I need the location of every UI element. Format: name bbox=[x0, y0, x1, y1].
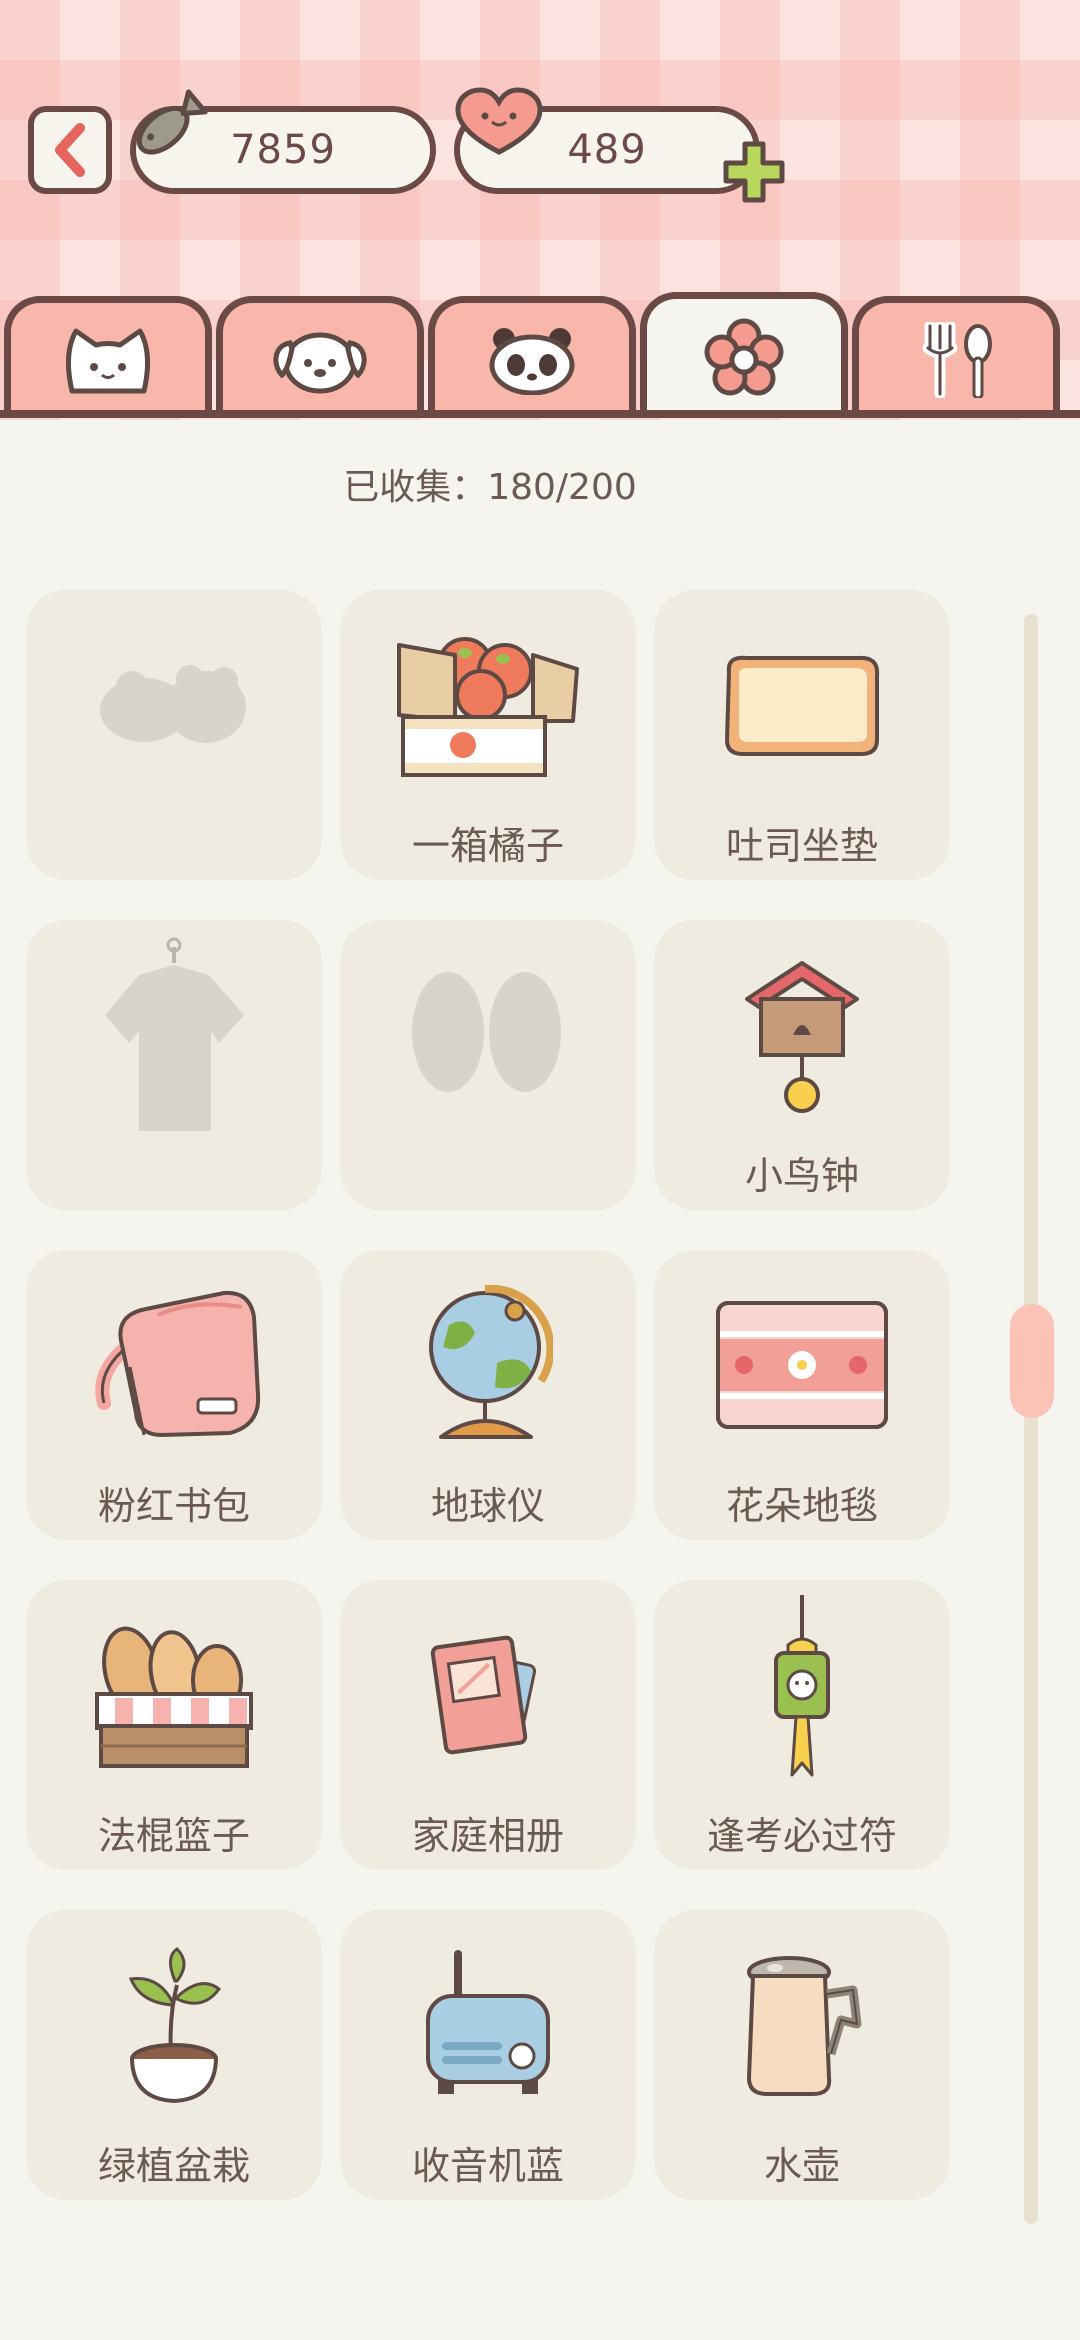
item-label: 法棍篮子 bbox=[97, 1814, 250, 1858]
item-label: 花朵地毯 bbox=[725, 1484, 878, 1528]
item-card[interactable]: 家庭相册 bbox=[340, 1580, 636, 1870]
baguette-basket-icon bbox=[95, 1626, 253, 1768]
item-label: 一箱橘子 bbox=[411, 824, 564, 868]
exam-charm-icon bbox=[774, 1595, 830, 1777]
cat-icon bbox=[66, 328, 150, 393]
collection-status: 已收集：180/200 bbox=[343, 467, 637, 508]
scrollbar-thumb[interactable] bbox=[1010, 1304, 1054, 1418]
item-card[interactable]: 地球仪 bbox=[340, 1250, 636, 1540]
item-card[interactable]: 粉红书包 bbox=[26, 1250, 322, 1540]
dog-icon bbox=[273, 332, 367, 393]
locked-shirt-icon bbox=[105, 937, 244, 1131]
add-hearts-button[interactable] bbox=[720, 138, 788, 206]
item-label: 逢考必过符 bbox=[706, 1814, 897, 1858]
item-card[interactable] bbox=[26, 920, 322, 1210]
flower-rug-icon bbox=[716, 1301, 888, 1429]
item-label: 小鸟钟 bbox=[744, 1154, 859, 1198]
pink-backpack-icon bbox=[95, 1290, 261, 1437]
bird-clock-icon bbox=[745, 961, 859, 1113]
item-card[interactable]: 绿植盆栽 bbox=[26, 1910, 322, 2200]
heart-icon bbox=[455, 87, 543, 155]
fork-spoon-icon bbox=[922, 321, 992, 398]
toast-cushion-icon bbox=[724, 655, 880, 756]
tab-cat[interactable] bbox=[4, 296, 212, 416]
item-card[interactable] bbox=[340, 920, 636, 1210]
item-label: 地球仪 bbox=[430, 1484, 545, 1528]
blue-radio-icon bbox=[426, 1950, 550, 2094]
fish-icon bbox=[136, 89, 208, 155]
tab-panda[interactable] bbox=[428, 296, 636, 416]
item-card[interactable]: 吐司坐垫 bbox=[654, 590, 950, 880]
tab-flower[interactable] bbox=[640, 292, 848, 416]
potted-plant-icon bbox=[128, 1947, 222, 2104]
chevron-left-icon bbox=[55, 123, 85, 177]
tabs-divider bbox=[0, 410, 1080, 418]
fish-count: 7859 bbox=[230, 127, 336, 173]
orange-box-icon bbox=[397, 637, 579, 777]
item-card[interactable]: 收音机蓝 bbox=[340, 1910, 636, 2200]
item-card[interactable]: 法棍篮子 bbox=[26, 1580, 322, 1870]
category-tabs bbox=[0, 292, 1080, 416]
item-label: 粉红书包 bbox=[97, 1484, 250, 1528]
panda-icon bbox=[489, 327, 575, 395]
heart-count: 489 bbox=[567, 127, 647, 173]
item-card[interactable]: 一箱橘子 bbox=[340, 590, 636, 880]
scrollbar-track[interactable] bbox=[1024, 614, 1038, 2224]
item-card[interactable]: 水壶 bbox=[654, 1910, 950, 2200]
locked-shoes-icon bbox=[412, 972, 561, 1092]
back-button[interactable] bbox=[28, 106, 112, 194]
tab-dog[interactable] bbox=[216, 296, 424, 416]
tab-food[interactable] bbox=[852, 296, 1060, 416]
item-label: 吐司坐垫 bbox=[725, 824, 878, 868]
item-card[interactable]: 花朵地毯 bbox=[654, 1250, 950, 1540]
item-label: 收音机蓝 bbox=[411, 2144, 564, 2188]
photo-album-icon bbox=[430, 1635, 537, 1755]
flower-icon bbox=[704, 318, 784, 395]
item-card[interactable]: 小鸟钟 bbox=[654, 920, 950, 1210]
locked-slippers-icon bbox=[100, 665, 246, 743]
globe-icon bbox=[429, 1285, 553, 1439]
item-label: 水壶 bbox=[763, 2144, 840, 2188]
kettle-icon bbox=[746, 1956, 862, 2096]
item-label: 绿植盆栽 bbox=[97, 2144, 250, 2188]
item-card[interactable]: 逢考必过符 bbox=[654, 1580, 950, 1870]
item-label: 家庭相册 bbox=[411, 1814, 564, 1858]
item-card[interactable] bbox=[26, 590, 322, 880]
